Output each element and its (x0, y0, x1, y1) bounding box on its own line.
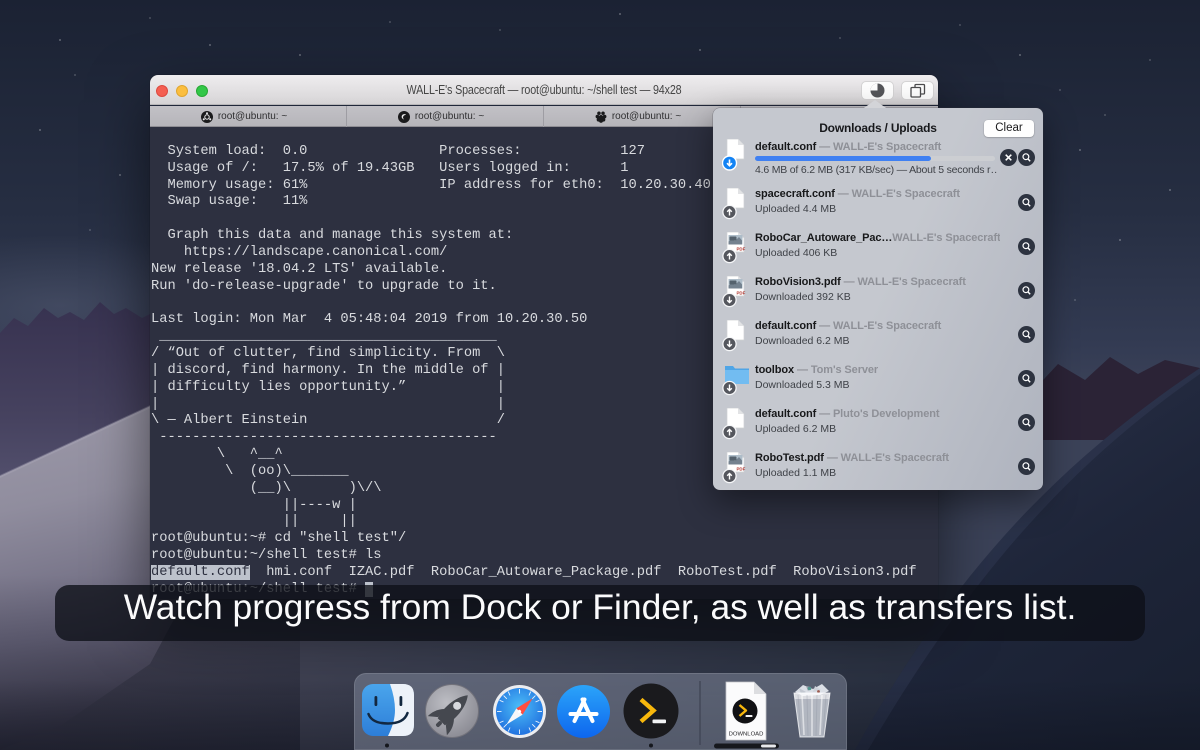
svg-text:DOWNLOAD: DOWNLOAD (729, 732, 764, 738)
